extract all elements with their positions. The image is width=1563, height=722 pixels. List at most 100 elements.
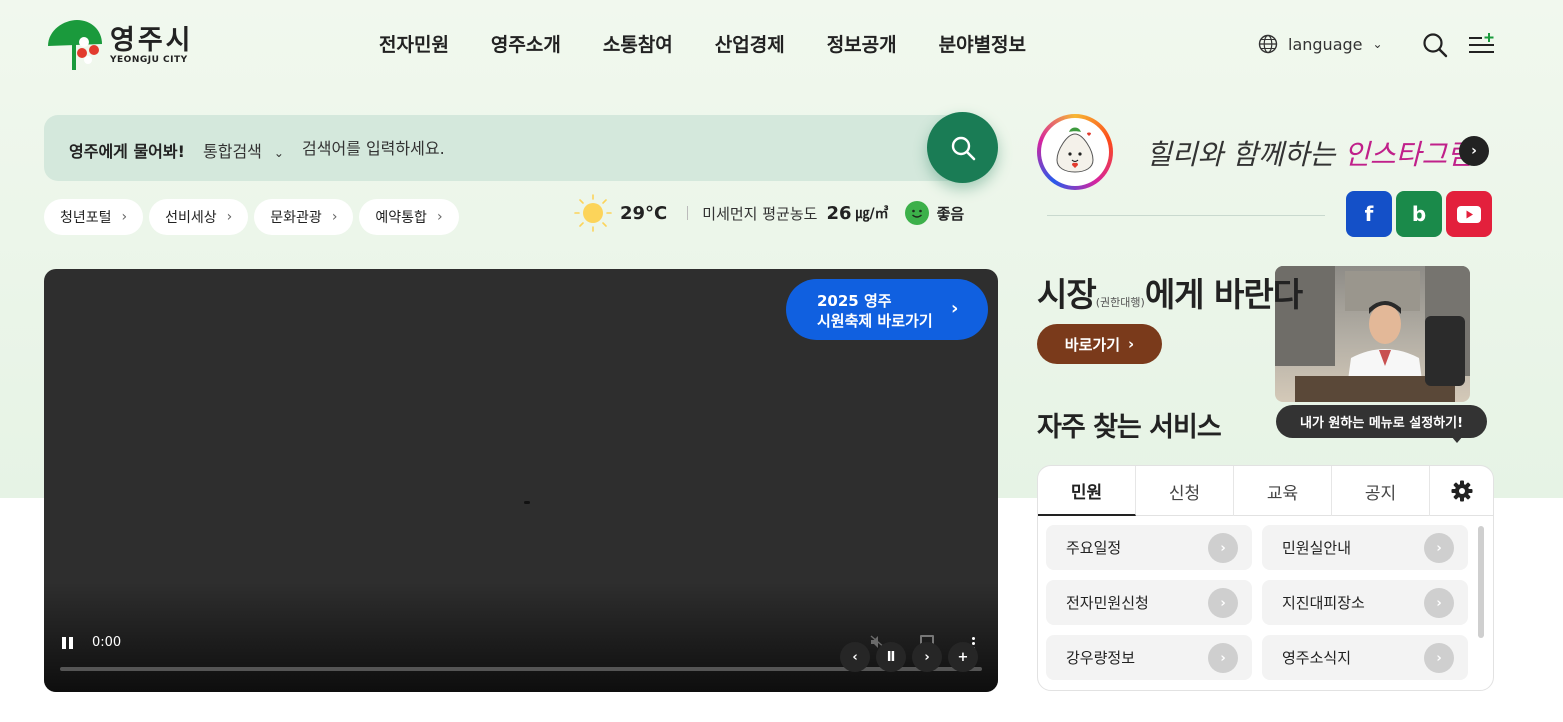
service-item-label: 강우량정보: [1066, 649, 1136, 667]
search-icon: [951, 136, 975, 160]
quick-link-label: 청년포털: [60, 210, 112, 226]
quick-link-reservation[interactable]: 예약통합 ›: [359, 199, 459, 235]
nav-item-participation[interactable]: 소통참여: [603, 30, 673, 57]
good-smile-icon: [904, 201, 929, 225]
search-submit-button[interactable]: [927, 112, 998, 183]
service-item-newsletter[interactable]: 영주소식지 ›: [1262, 635, 1468, 680]
mayor-title-main: 시장: [1037, 275, 1097, 314]
promo-video-player[interactable]: 2025 영주 시원축제 바로가기 › 0:00 ‹ Ⅱ › +: [44, 269, 998, 692]
slide-next-button[interactable]: ›: [912, 642, 942, 672]
chevron-right-icon: ›: [1424, 643, 1454, 673]
tab-civil[interactable]: 민원: [1038, 466, 1136, 516]
site-logo[interactable]: 영주시 YEONGJU CITY: [44, 20, 204, 72]
nav-item-disclosure[interactable]: 정보공개: [827, 30, 897, 57]
nav-item-economy[interactable]: 산업경제: [715, 30, 785, 57]
globe-icon: [1258, 34, 1278, 54]
search-scope-select[interactable]: 통합검색 ⌄: [203, 138, 284, 162]
weather-divider: [687, 206, 689, 220]
main-navigation: 전자민원 영주소개 소통참여 산업경제 정보공개 분야별정보: [358, 30, 1047, 57]
blog-icon: b: [1411, 202, 1427, 226]
mascot-icon: [1056, 127, 1094, 173]
quick-link-culture-tourism[interactable]: 문화관광 ›: [254, 199, 354, 235]
chevron-right-icon: ›: [121, 209, 128, 225]
service-item-earthquake-shelter[interactable]: 지진대피장소 ›: [1262, 580, 1468, 625]
instagram-text-prefix: 힐리와 함께하는: [1146, 138, 1345, 171]
chevron-right-icon: ›: [1208, 643, 1238, 673]
search-scope-label: 통합검색: [203, 142, 262, 161]
customize-menu-tooltip[interactable]: 내가 원하는 메뉴로 설정하기!: [1276, 405, 1487, 438]
mayor-title-small: (권한대행): [1095, 296, 1145, 309]
chevron-right-icon: ›: [1208, 588, 1238, 618]
service-item-rainfall[interactable]: 강우량정보 ›: [1046, 635, 1252, 680]
youtube-button[interactable]: [1446, 191, 1492, 237]
fine-dust-unit: ㎍/㎥: [855, 206, 889, 222]
service-item-label: 주요일정: [1066, 539, 1122, 557]
service-item-label: 영주소식지: [1282, 649, 1352, 667]
nav-item-field-info[interactable]: 분야별정보: [939, 30, 1026, 57]
temperature-value: 29°C: [620, 202, 668, 224]
tooltip-arrow: [1451, 436, 1463, 443]
language-label: language: [1288, 34, 1363, 54]
tab-apply[interactable]: 신청: [1136, 466, 1234, 516]
service-item-e-civil-apply[interactable]: 전자민원신청 ›: [1046, 580, 1252, 625]
tab-notice[interactable]: 공지: [1332, 466, 1430, 516]
video-controls-gradient: [44, 582, 998, 692]
service-item-schedule[interactable]: 주요일정 ›: [1046, 525, 1252, 570]
instagram-go-button[interactable]: ›: [1459, 136, 1489, 166]
services-scrollbar[interactable]: [1478, 526, 1484, 638]
plus-icon: +: [957, 649, 969, 665]
weather-widget: 29°C 미세먼지 평균농도 26 ㎍/㎥ 좋음: [574, 194, 964, 232]
services-settings-button[interactable]: [1430, 466, 1493, 516]
language-selector[interactable]: language ⌄: [1258, 34, 1383, 54]
quick-links: 청년포털 › 선비세상 › 문화관광 › 예약통합 ›: [44, 199, 465, 235]
instagram-mascot-link[interactable]: [1037, 114, 1113, 190]
services-tabs: 민원 신청 교육 공지: [1038, 466, 1493, 516]
video-frame-artifact: [524, 501, 530, 504]
tab-education[interactable]: 교육: [1234, 466, 1332, 516]
chevron-down-icon: ⌄: [273, 146, 284, 160]
mayor-title-rest: 에게 바란다: [1144, 275, 1303, 314]
facebook-button[interactable]: f: [1346, 191, 1392, 237]
divider-line: [1047, 215, 1325, 216]
slide-prev-button[interactable]: ‹: [840, 642, 870, 672]
chevron-right-icon: ›: [1471, 143, 1477, 159]
logo-english-text: YEONGJU CITY: [110, 55, 188, 65]
mayor-petition-title: 시장(권한대행)에게 바란다: [1037, 268, 1303, 316]
mayor-go-button[interactable]: 바로가기 ›: [1037, 324, 1162, 364]
quick-link-youth-portal[interactable]: 청년포털 ›: [44, 199, 144, 235]
blog-button[interactable]: b: [1396, 191, 1442, 237]
festival-line-1: 2025 영주: [817, 292, 892, 310]
instagram-text-highlight: 인스타그램: [1344, 138, 1473, 171]
chevron-right-icon: ›: [1128, 335, 1135, 353]
fine-dust-status: 좋음: [936, 204, 965, 223]
facebook-icon: f: [1364, 202, 1374, 226]
instagram-banner-text[interactable]: 힐리와 함께하는 인스타그램: [1146, 133, 1473, 173]
logo-emblem-icon: [44, 20, 106, 72]
festival-shortcut-button[interactable]: 2025 영주 시원축제 바로가기 ›: [786, 279, 988, 340]
search-input[interactable]: [302, 131, 902, 165]
slide-pause-button[interactable]: Ⅱ: [876, 642, 906, 672]
all-menu-icon[interactable]: [1468, 33, 1496, 57]
logo-korean-text: 영주시: [110, 25, 194, 56]
site-header: 영주시 YEONGJU CITY 전자민원 영주소개 소통참여 산업경제 정보공…: [0, 0, 1563, 90]
service-item-label: 지진대피장소: [1282, 594, 1365, 612]
slide-more-button[interactable]: +: [948, 642, 978, 672]
frequent-services-panel: 민원 신청 교육 공지 주요일정 › 민원실안내 › 전자민원신청 › 지진대피…: [1037, 465, 1494, 691]
chevron-down-icon: ⌄: [1372, 37, 1383, 51]
nav-item-e-civil[interactable]: 전자민원: [379, 30, 449, 57]
header-search-icon[interactable]: [1422, 32, 1448, 58]
fine-dust-value: 26: [826, 202, 852, 224]
youtube-icon: [1457, 205, 1481, 223]
video-time: 0:00: [92, 635, 122, 650]
chevron-right-icon: ›: [1424, 533, 1454, 563]
quick-link-label: 문화관광: [270, 210, 322, 226]
chevron-right-icon: ›: [924, 649, 930, 665]
quick-link-label: 선비세상: [165, 210, 217, 226]
chevron-right-icon: ›: [951, 298, 959, 319]
video-pause-icon[interactable]: [62, 634, 76, 649]
search-ask-label: 영주에게 물어봐!: [69, 142, 185, 161]
nav-item-about[interactable]: 영주소개: [491, 30, 561, 57]
service-item-civil-office[interactable]: 민원실안내 ›: [1262, 525, 1468, 570]
quick-link-seonbi-world[interactable]: 선비세상 ›: [149, 199, 249, 235]
festival-line-2: 시원축제 바로가기: [817, 312, 933, 330]
